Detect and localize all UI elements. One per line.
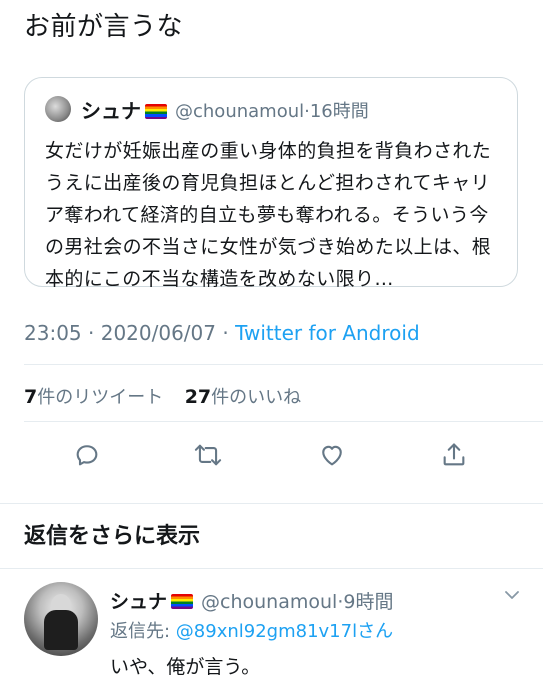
divider: [24, 421, 543, 422]
quoted-author-avatar[interactable]: [45, 96, 71, 122]
meta-separator: ·: [81, 321, 101, 345]
tweet-client-link[interactable]: Twitter for Android: [235, 321, 420, 345]
reply-author-name[interactable]: シュナ: [110, 591, 167, 613]
show-more-replies[interactable]: 返信をさらに表示: [24, 518, 200, 550]
tweet-meta: 23:05 · 2020/06/07 · Twitter for Android: [24, 321, 420, 345]
tweet-stats: 7件のリツイート 27件のいいね: [24, 383, 301, 409]
retweets-label: 件のリツイート: [37, 387, 164, 408]
quoted-handle-line: @chounamoul·16時間: [175, 97, 369, 123]
retweet-button[interactable]: [188, 433, 228, 477]
likes-stat[interactable]: 27件のいいね: [184, 386, 302, 408]
reply-header: シュナ @chounamoul·9時間: [110, 587, 393, 614]
divider: [0, 503, 543, 504]
quoted-tweet-body: 女だけが妊娠出産の重い身体的負担を背負わされたうえに出産後の育児負担ほとんど担わ…: [45, 140, 492, 290]
reply-icon: [76, 445, 98, 466]
reply-text: いや、俺が言う。: [110, 656, 261, 678]
quoted-tweet-card[interactable]: シュナ @chounamoul·16時間 女だけが妊娠出産の重い身体的負担を背負…: [24, 77, 518, 290]
tweet-text: お前が言うな: [24, 12, 184, 42]
likes-label: 件のいいね: [211, 387, 302, 408]
quoted-author-handle[interactable]: @chounamoul: [175, 101, 304, 122]
retweets-count: 7: [24, 386, 38, 408]
meta-separator: ·: [216, 321, 236, 345]
divider: [24, 364, 543, 365]
tweet-date: 2020/06/07: [100, 321, 216, 345]
reply-to-label: 返信先:: [110, 621, 176, 642]
like-icon: [322, 445, 342, 466]
tweet-time: 23:05: [24, 321, 82, 345]
rainbow-flag-icon: [171, 594, 194, 609]
retweets-stat[interactable]: 7件のリツイート: [24, 386, 164, 408]
reply-age[interactable]: 9時間: [343, 591, 393, 613]
reply-author-avatar[interactable]: [24, 582, 98, 656]
chevron-down-icon[interactable]: [503, 588, 521, 602]
share-button[interactable]: [434, 433, 474, 477]
rainbow-flag-icon: [145, 104, 167, 119]
divider: [0, 568, 543, 569]
reply-to-mention[interactable]: @89xnl92gm81v17lさん: [176, 621, 393, 642]
quoted-author-name-text: シュナ: [81, 99, 141, 123]
retweet-icon: [194, 444, 222, 466]
likes-count: 27: [184, 386, 212, 408]
quoted-author-name[interactable]: シュナ: [81, 95, 167, 124]
reply-button[interactable]: [67, 433, 107, 477]
share-icon: [443, 443, 465, 466]
like-button[interactable]: [312, 433, 352, 477]
reply-author-handle[interactable]: @chounamoul: [201, 591, 337, 613]
tweet-actions: [0, 433, 543, 477]
reply-to-line: 返信先: @89xnl92gm81v17lさん: [110, 617, 393, 643]
quoted-tweet-age[interactable]: 16時間: [310, 101, 369, 122]
